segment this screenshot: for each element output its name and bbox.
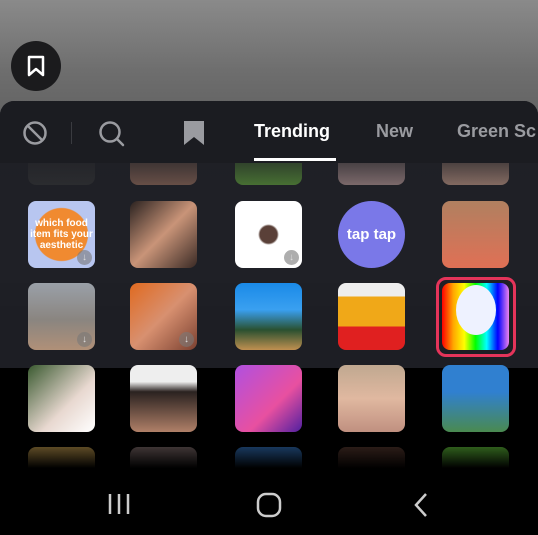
favorite-effect-button[interactable] — [11, 41, 61, 91]
home-icon[interactable] — [256, 492, 282, 518]
effect-thumb[interactable] — [28, 365, 95, 432]
tab-divider — [71, 122, 72, 144]
active-tab-underline — [254, 158, 336, 161]
tab-trending[interactable]: Trending — [254, 121, 330, 142]
effect-thumb[interactable] — [442, 201, 509, 268]
system-nav-bar — [0, 470, 538, 535]
bookmark-icon — [27, 55, 45, 77]
grid-top-fade — [0, 162, 538, 188]
download-icon: ↓ — [179, 332, 194, 347]
effect-thumb[interactable]: ↓ — [130, 283, 197, 350]
effect-thumb[interactable] — [442, 365, 509, 432]
recent-apps-icon[interactable] — [107, 492, 131, 516]
bookmark-icon[interactable] — [183, 120, 205, 146]
download-icon: ↓ — [77, 250, 92, 265]
tab-green-screen[interactable]: Green Sc — [457, 121, 536, 142]
effect-thumb-spider[interactable]: ↓ — [235, 201, 302, 268]
download-icon: ↓ — [284, 250, 299, 265]
selected-effect-indicator — [436, 277, 516, 357]
effect-thumb[interactable] — [235, 283, 302, 350]
effects-tab-bar: Trending New Green Sc — [0, 101, 538, 163]
effect-thumb[interactable] — [235, 365, 302, 432]
search-icon[interactable] — [98, 120, 126, 148]
effect-thumb[interactable] — [338, 365, 405, 432]
download-icon: ↓ — [77, 332, 92, 347]
effect-thumb-tap-tap[interactable]: tap tap — [338, 201, 405, 268]
tab-new[interactable]: New — [376, 121, 413, 142]
effect-thumb[interactable] — [130, 201, 197, 268]
grid-bottom-fade — [0, 432, 538, 472]
effect-thumb[interactable]: ↓ — [28, 283, 95, 350]
no-effect-icon[interactable] — [22, 120, 48, 146]
effect-thumb-food-aesthetic[interactable]: which food item fits your aesthetic ↓ — [28, 201, 95, 268]
back-icon[interactable] — [412, 492, 430, 518]
effect-thumb-pooh[interactable] — [338, 283, 405, 350]
effect-thumb-frog[interactable] — [130, 365, 197, 432]
